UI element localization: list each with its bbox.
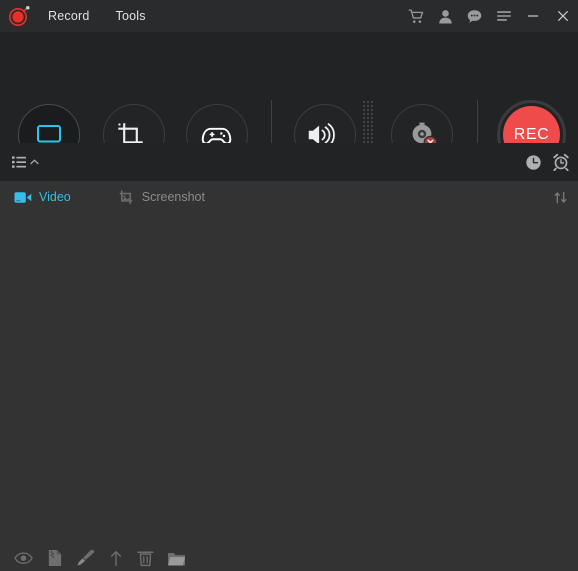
compress-file-icon <box>48 549 62 567</box>
user-account-button[interactable] <box>431 0 460 32</box>
delete-button[interactable] <box>137 549 154 567</box>
tab-screenshot[interactable]: Screenshot <box>113 181 209 214</box>
open-folder-button[interactable] <box>167 550 186 567</box>
shopping-cart-button[interactable] <box>402 0 431 32</box>
bottom-action-bar <box>0 545 578 571</box>
title-bar: Record Tools <box>0 0 578 32</box>
trash-delete-icon <box>137 551 154 567</box>
hamburger-menu-icon <box>496 11 511 21</box>
alarm-clock-icon <box>553 153 569 171</box>
tab-video[interactable]: Video <box>10 181 75 214</box>
chat-bubble-icon <box>467 9 482 23</box>
user-account-icon <box>439 9 452 23</box>
share-button[interactable] <box>108 550 124 567</box>
sort-updown-icon <box>554 191 567 204</box>
record-logo-icon <box>9 6 30 26</box>
upload-share-icon <box>110 550 122 566</box>
clock-history-icon <box>526 154 541 170</box>
sub-toolbar <box>0 143 578 181</box>
list-lines-icon <box>12 156 26 168</box>
feedback-chat-button[interactable] <box>460 0 489 32</box>
sort-button[interactable] <box>553 181 568 214</box>
schedule-button[interactable] <box>552 153 570 171</box>
window-controls <box>402 0 578 32</box>
menu-bar: Record Tools <box>40 5 154 27</box>
tab-screenshot-label: Screenshot <box>141 190 205 204</box>
video-camera-icon <box>14 191 32 203</box>
eye-preview-icon <box>14 552 33 564</box>
close-icon <box>558 11 568 21</box>
open-folder-icon <box>168 552 185 565</box>
recording-toolbar: REC <box>0 32 578 170</box>
media-tabs: Video Screenshot <box>0 181 578 214</box>
menu-item-record[interactable]: Record <box>40 5 98 27</box>
edit-button[interactable] <box>76 549 95 567</box>
preview-button[interactable] <box>14 551 33 565</box>
media-list-area[interactable] <box>0 214 578 545</box>
minimize-button[interactable] <box>518 0 548 32</box>
image-picture-icon <box>119 190 133 204</box>
list-view-toggle[interactable] <box>9 152 42 172</box>
shopping-cart-icon <box>408 8 424 23</box>
history-button[interactable] <box>525 154 542 171</box>
app-logo <box>0 0 38 32</box>
chevron-up-icon <box>30 159 39 165</box>
compress-button[interactable] <box>46 549 63 567</box>
menu-item-tools[interactable]: Tools <box>108 5 154 27</box>
brush-edit-icon <box>77 549 95 566</box>
sub-toolbar-actions <box>525 143 570 181</box>
tab-video-label: Video <box>39 190 71 204</box>
main-menu-button[interactable] <box>489 0 518 32</box>
close-button[interactable] <box>548 0 578 32</box>
minimize-icon <box>527 15 539 17</box>
app-window: Record Tools REC Video Screenshot <box>0 0 578 571</box>
